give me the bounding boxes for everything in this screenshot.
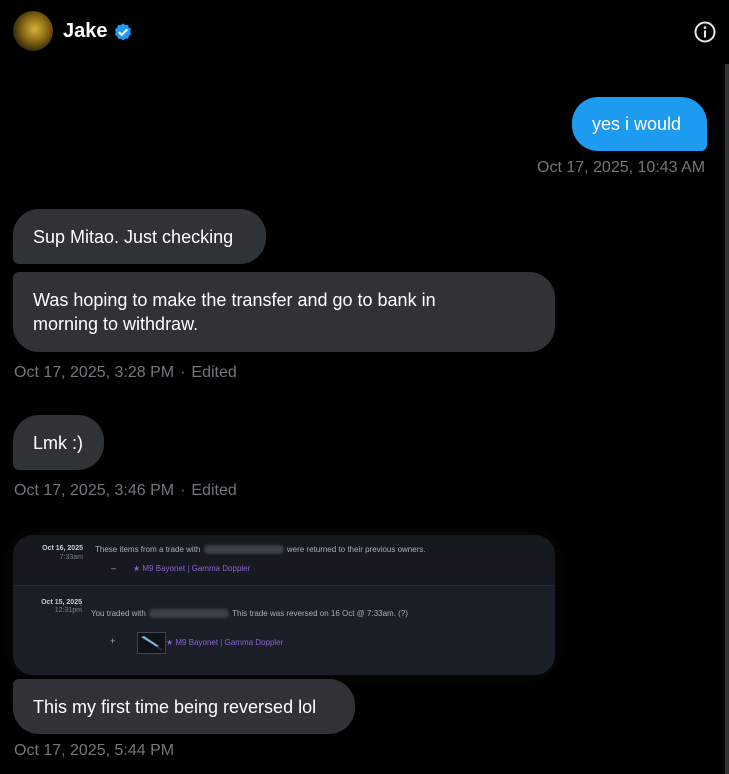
item-removed-symbol: – (111, 563, 117, 573)
trade-time: 12:31pm (54, 607, 82, 614)
message-bubble-incoming[interactable]: Lmk :) (13, 415, 104, 470)
trade-description: These items from a trade with were retur… (95, 545, 426, 555)
trade-date: Oct 15, 2025 (41, 599, 82, 606)
trade-description: You traded with This trade was reversed … (91, 609, 408, 619)
message-text: Was hoping to make the transfer and go t… (33, 290, 436, 334)
message-bubble-incoming[interactable]: Sup Mitao. Just checking (13, 209, 266, 264)
trade-row (13, 586, 555, 675)
redacted-name (149, 609, 230, 619)
verified-badge-icon (114, 23, 132, 41)
avatar[interactable] (13, 11, 53, 51)
message-text: yes i would (592, 114, 682, 134)
message-timestamp: Oct 17, 2025, 3:46 PM · Edited (14, 482, 237, 499)
item-name: ★ M9 Bayonet | Gamma Doppler (166, 638, 284, 647)
message-text: This my first time being reversed lol (33, 696, 317, 717)
info-icon[interactable] (693, 20, 717, 44)
knife-thumbnail (137, 632, 166, 654)
message-text: Sup Mitao. Just checking (33, 226, 234, 247)
message-bubble-outgoing[interactable]: yes i would (572, 97, 707, 151)
contact-name[interactable]: Jake (63, 20, 108, 43)
item-name: ★ M9 Bayonet | Gamma Doppler (133, 564, 251, 573)
edited-label: Edited (191, 482, 237, 499)
redacted-name (203, 545, 284, 555)
message-bubble-incoming[interactable]: This my first time being reversed lol (13, 679, 355, 734)
scrollbar[interactable] (725, 64, 729, 774)
message-timestamp: Oct 17, 2025, 5:44 PM (14, 742, 175, 759)
trade-time: 7:33am (59, 554, 83, 561)
message-text: Lmk :) (33, 432, 84, 453)
message-bubble-incoming[interactable]: Was hoping to make the transfer and go t… (13, 272, 555, 352)
message-timestamp: Oct 17, 2025, 10:43 AM (537, 159, 706, 176)
conversation-header: Jake (0, 0, 729, 64)
image-attachment[interactable]: Oct 16, 2025 7:33am These items from a t… (13, 535, 555, 675)
trade-date: Oct 16, 2025 (42, 545, 83, 552)
item-added-symbol: + (110, 636, 116, 646)
message-timestamp: Oct 17, 2025, 3:28 PM · Edited (14, 364, 237, 381)
knife-icon (141, 636, 163, 651)
edited-label: Edited (191, 364, 237, 381)
